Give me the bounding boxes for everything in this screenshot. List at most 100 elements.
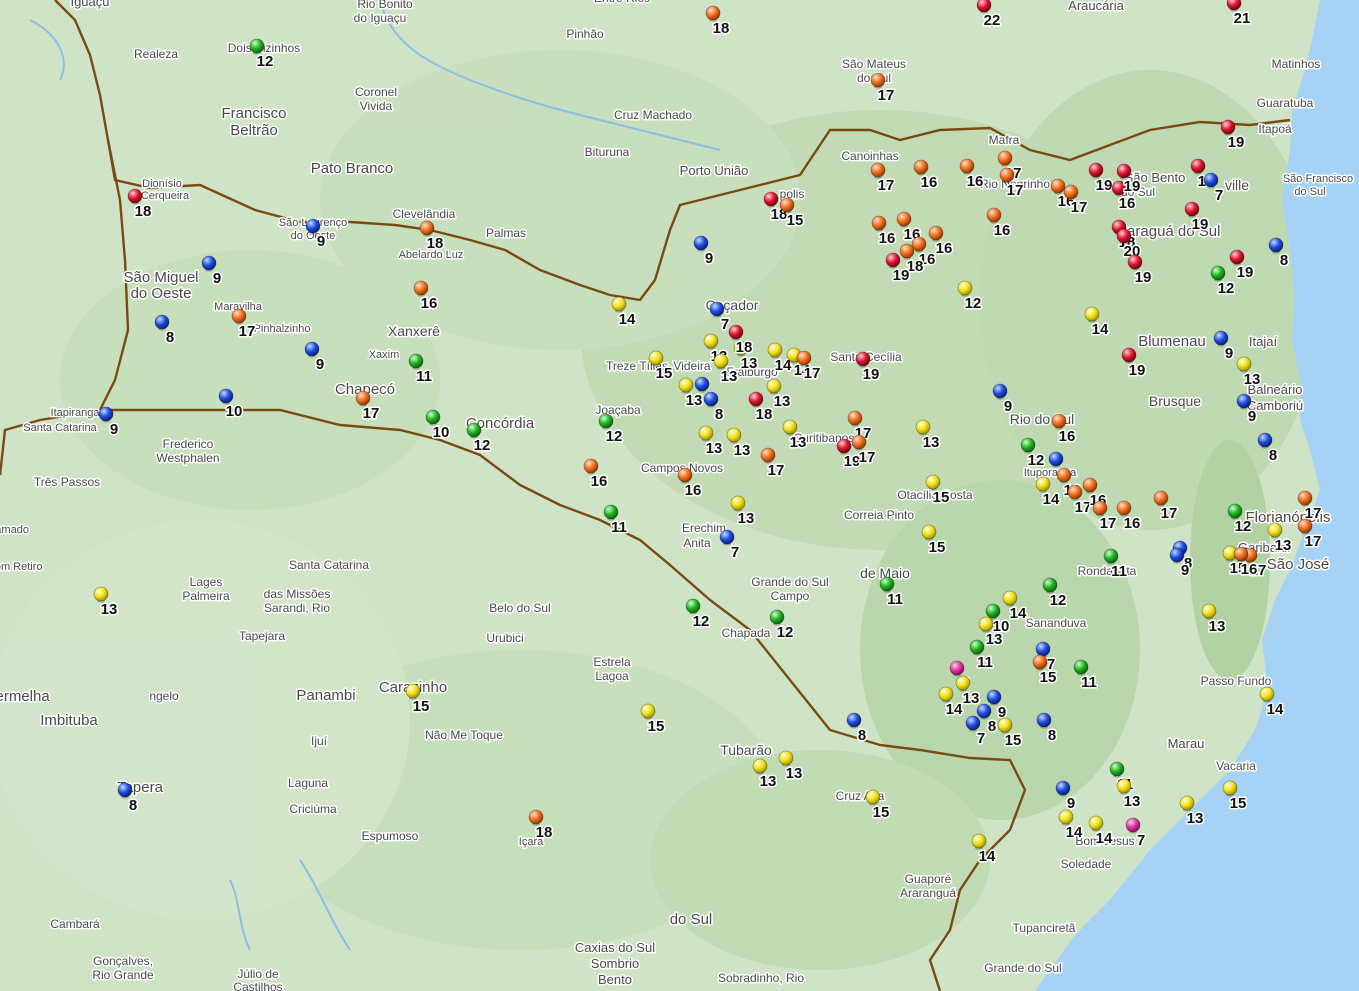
marker-pin-orange[interactable] <box>1116 500 1132 516</box>
marker-pin-blue[interactable] <box>976 703 992 719</box>
marker-pin-yellow[interactable] <box>1084 306 1100 322</box>
marker-pin-orange[interactable] <box>1063 184 1079 200</box>
marker-pin-pink[interactable] <box>1125 817 1141 833</box>
marker-pin-orange[interactable] <box>959 158 975 174</box>
marker-pin-blue[interactable] <box>986 689 1002 705</box>
marker-pin-green[interactable] <box>425 409 441 425</box>
marker-pin-green[interactable] <box>1020 437 1036 453</box>
marker-pin-blue[interactable] <box>719 529 735 545</box>
marker-pin-green[interactable] <box>249 38 265 54</box>
marker-pin-yellow[interactable] <box>955 675 971 691</box>
marker-pin-blue[interactable] <box>117 782 133 798</box>
marker-pin-red[interactable] <box>1184 201 1200 217</box>
marker-pin-yellow[interactable] <box>1179 795 1195 811</box>
marker-pin-yellow[interactable] <box>1116 778 1132 794</box>
marker-pin-orange[interactable] <box>419 220 435 236</box>
marker-pin-blue[interactable] <box>1035 641 1051 657</box>
marker-pin-yellow[interactable] <box>921 524 937 540</box>
marker-pin-yellow[interactable] <box>1002 590 1018 606</box>
marker-pin-orange[interactable] <box>913 159 929 175</box>
marker-pin-green[interactable] <box>1103 548 1119 564</box>
marker-pin-red[interactable] <box>885 252 901 268</box>
marker-pin-orange[interactable] <box>583 458 599 474</box>
marker-pin-orange[interactable] <box>986 207 1002 223</box>
marker-pin-red[interactable] <box>1116 228 1132 244</box>
marker-pin-blue[interactable] <box>304 341 320 357</box>
marker-pin-blue[interactable] <box>693 235 709 251</box>
marker-pin-yellow[interactable] <box>1236 356 1252 372</box>
marker-pin-yellow[interactable] <box>703 333 719 349</box>
marker-pin-orange[interactable] <box>705 5 721 21</box>
marker-pin-green[interactable] <box>985 603 1001 619</box>
marker-pin-yellow[interactable] <box>1088 815 1104 831</box>
marker-pin-blue[interactable] <box>1055 780 1071 796</box>
marker-pin-red[interactable] <box>763 191 779 207</box>
marker-pin-yellow[interactable] <box>957 280 973 296</box>
marker-pin-orange[interactable] <box>896 211 912 227</box>
marker-pin-red[interactable] <box>127 188 143 204</box>
marker-pin-yellow[interactable] <box>713 353 729 369</box>
marker-pin-green[interactable] <box>603 504 619 520</box>
marker-pin-yellow[interactable] <box>1201 603 1217 619</box>
marker-pin-yellow[interactable] <box>678 377 694 393</box>
marker-pin-orange[interactable] <box>870 162 886 178</box>
marker-pin-green[interactable] <box>1210 265 1226 281</box>
marker-pin-yellow[interactable] <box>698 425 714 441</box>
marker-pin-red[interactable] <box>748 391 764 407</box>
marker-pin-orange[interactable] <box>928 225 944 241</box>
marker-pin-yellow[interactable] <box>778 750 794 766</box>
marker-pin-yellow[interactable] <box>915 419 931 435</box>
marker-pin-yellow[interactable] <box>766 378 782 394</box>
marker-pin-yellow[interactable] <box>997 717 1013 733</box>
marker-pin-red[interactable] <box>1116 163 1132 179</box>
marker-pin-red[interactable] <box>1220 119 1236 135</box>
marker-pin-blue[interactable] <box>1268 237 1284 253</box>
marker-pin-orange[interactable] <box>355 390 371 406</box>
marker-pin-yellow[interactable] <box>1267 522 1283 538</box>
marker-pin-orange[interactable] <box>1092 500 1108 516</box>
map-canvas[interactable]: Iguaçu Rio Bonitodo Iguaçu Entre Rios Arauc… <box>0 0 1359 991</box>
marker-pin-green[interactable] <box>969 639 985 655</box>
marker-pin-yellow[interactable] <box>1222 780 1238 796</box>
marker-pin-blue[interactable] <box>218 388 234 404</box>
marker-pin-orange[interactable] <box>997 150 1013 166</box>
marker-pin-red[interactable] <box>1127 254 1143 270</box>
marker-pin-blue[interactable] <box>1036 712 1052 728</box>
marker-pin-red[interactable] <box>855 351 871 367</box>
marker-pin-orange[interactable] <box>413 280 429 296</box>
marker-pin-green[interactable] <box>1073 659 1089 675</box>
marker-pin-orange[interactable] <box>1082 477 1098 493</box>
marker-pin-blue[interactable] <box>709 301 725 317</box>
marker-pin-orange[interactable] <box>1297 518 1313 534</box>
marker-pin-yellow[interactable] <box>648 350 664 366</box>
marker-pin-yellow[interactable] <box>752 758 768 774</box>
marker-pin-red[interactable] <box>976 0 992 13</box>
marker-pin-green[interactable] <box>1227 503 1243 519</box>
marker-pin-blue[interactable] <box>1203 172 1219 188</box>
marker-pin-green[interactable] <box>769 609 785 625</box>
marker-pin-green[interactable] <box>879 576 895 592</box>
marker-pin-blue[interactable] <box>201 255 217 271</box>
marker-pin-yellow[interactable] <box>1058 809 1074 825</box>
marker-pin-orange[interactable] <box>1056 467 1072 483</box>
marker-pin-blue[interactable] <box>98 406 114 422</box>
marker-pin-orange[interactable] <box>899 243 915 259</box>
marker-pin-blue[interactable] <box>1236 393 1252 409</box>
marker-pin-yellow[interactable] <box>640 703 656 719</box>
marker-pin-orange[interactable] <box>796 350 812 366</box>
marker-pin-orange[interactable] <box>847 410 863 426</box>
marker-pin-orange[interactable] <box>231 308 247 324</box>
marker-pin-orange[interactable] <box>1051 413 1067 429</box>
marker-pin-red[interactable] <box>1190 158 1206 174</box>
marker-pin-blue[interactable] <box>305 218 321 234</box>
marker-pin-blue[interactable] <box>965 715 981 731</box>
marker-pin-yellow[interactable] <box>782 419 798 435</box>
marker-pin-yellow[interactable] <box>93 586 109 602</box>
marker-pin-blue[interactable] <box>1169 547 1185 563</box>
marker-pin-yellow[interactable] <box>938 686 954 702</box>
marker-pin-orange[interactable] <box>1067 484 1083 500</box>
marker-pin-blue[interactable] <box>846 712 862 728</box>
marker-pin-orange[interactable] <box>1233 546 1249 562</box>
marker-pin-yellow[interactable] <box>978 616 994 632</box>
marker-pin-yellow[interactable] <box>865 789 881 805</box>
